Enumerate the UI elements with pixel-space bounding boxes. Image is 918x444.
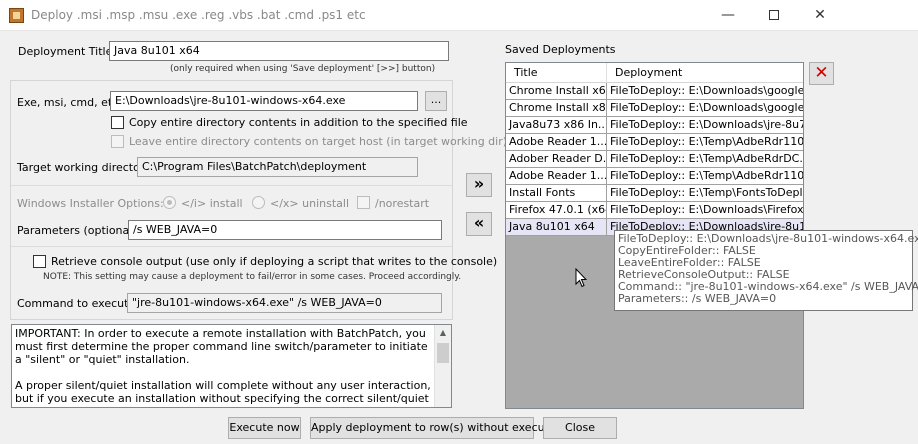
- mouse-cursor-icon: [575, 268, 587, 288]
- row-title: Adobe Reader 1...: [506, 168, 607, 184]
- deployment-tooltip: FileToDeploy:: E:\Downloads\jre-8u101-wi…: [614, 230, 918, 311]
- row-deployment: FileToDeploy:: E:\Temp\FontsToDepl...: [610, 186, 803, 199]
- row-deployment: FileToDeploy:: E:\Downloads\google...: [610, 84, 803, 97]
- save-deployment-button[interactable]: »: [466, 173, 492, 197]
- copy-dir-label: Copy entire directory contents in additi…: [129, 116, 468, 129]
- scroll-thumb[interactable]: [437, 343, 449, 363]
- execute-now-button[interactable]: Execute now: [228, 417, 301, 439]
- leave-dir-checkbox[interactable]: [111, 135, 124, 148]
- title-hint: (only required when using 'Save deployme…: [170, 64, 436, 74]
- delete-deployment-button[interactable]: ✕: [809, 62, 834, 85]
- retrieve-output-label: Retrieve console output (use only if dep…: [51, 255, 498, 268]
- browse-button[interactable]: ...: [425, 91, 447, 111]
- row-title: Adober Reader D...: [506, 151, 607, 167]
- install-radio[interactable]: [163, 196, 176, 209]
- target-dir-label: Target working directory:: [17, 161, 154, 174]
- table-row[interactable]: Chrome Install x86 FileToDeploy:: E:\Dow…: [506, 100, 803, 117]
- instructions-textbox[interactable]: IMPORTANT: In order to execute a remote …: [11, 324, 452, 408]
- table-row[interactable]: Chrome Install x64 FileToDeploy:: E:\Dow…: [506, 83, 803, 100]
- column-header-deployment[interactable]: Deployment: [607, 63, 803, 83]
- instructions-text: IMPORTANT: In order to execute a remote …: [15, 327, 431, 407]
- close-window-button[interactable]: ✕: [797, 0, 843, 30]
- row-title: Java 8u101 x64: [506, 219, 607, 235]
- exe-path-input[interactable]: E:\Downloads\jre-8u101-windows-x64.exe: [110, 91, 418, 111]
- row-deployment: FileToDeploy:: E:\Temp\AdbeRdr110...: [610, 135, 803, 148]
- table-row[interactable]: Adobe Reader 1... FileToDeploy:: E:\Temp…: [506, 134, 803, 151]
- separator: [11, 246, 452, 247]
- window-title: Deploy .msi .msp .msu .exe .reg .vbs .ba…: [31, 8, 366, 22]
- instructions-paragraph: A proper silent/quiet installation will …: [15, 379, 431, 407]
- copy-dir-checkbox[interactable]: [111, 116, 124, 129]
- scroll-up-icon[interactable]: ▲: [435, 325, 451, 341]
- command-label: Command to execute:: [17, 297, 139, 310]
- load-deployment-button[interactable]: «: [466, 212, 492, 236]
- instructions-scrollbar[interactable]: ▲: [434, 325, 451, 407]
- table-row[interactable]: Adober Reader D... FileToDeploy:: E:\Tem…: [506, 151, 803, 168]
- saved-deployments-heading: Saved Deployments: [505, 43, 616, 56]
- table-row[interactable]: Java8u73 x86 In... FileToDeploy:: E:\Dow…: [506, 117, 803, 134]
- row-title: Chrome Install x86: [506, 100, 607, 116]
- command-input[interactable]: "jre-8u101-windows-x64.exe" /s WEB_JAVA=…: [127, 293, 442, 313]
- retrieve-output-checkbox[interactable]: [33, 255, 46, 268]
- table-row[interactable]: Adobe Reader 1... FileToDeploy:: E:\Temp…: [506, 168, 803, 185]
- row-deployment: FileToDeploy:: E:\Downloads\jre-8u7...: [610, 118, 803, 131]
- tooltip-line: Parameters:: /s WEB_JAVA=0: [618, 292, 777, 305]
- separator: [11, 185, 452, 186]
- apply-without-executing-button[interactable]: Apply deployment to row(s) without execu…: [310, 417, 566, 439]
- exe-label: Exe, msi, cmd, etc:: [17, 96, 122, 109]
- norestart-checkbox[interactable]: [357, 196, 370, 209]
- maximize-icon: [769, 10, 779, 20]
- leave-dir-label: Leave entire directory contents on targe…: [129, 135, 508, 148]
- table-row[interactable]: Install Fonts FileToDeploy:: E:\Temp\Fon…: [506, 185, 803, 202]
- maximize-button[interactable]: [751, 0, 797, 30]
- row-title: Java8u73 x86 In...: [506, 117, 607, 133]
- instructions-paragraph: IMPORTANT: In order to execute a remote …: [15, 327, 428, 366]
- install-radio-label: </i> install: [181, 197, 243, 210]
- deployment-title-input[interactable]: Java 8u101 x64: [109, 41, 449, 61]
- minimize-button[interactable]: —: [705, 0, 751, 30]
- row-deployment: FileToDeploy:: E:\Downloads\google...: [610, 101, 803, 114]
- installer-options-label: Windows Installer Options:: [17, 197, 164, 210]
- row-deployment: FileToDeploy:: E:\Temp\AdbeRdrDC...: [610, 152, 803, 165]
- row-deployment: FileToDeploy:: E:\Temp\AdbeRdr110...: [610, 169, 803, 182]
- title-bar: Deploy .msi .msp .msu .exe .reg .vbs .ba…: [0, 0, 918, 31]
- row-title: Install Fonts: [506, 185, 607, 201]
- deployment-title-label: Deployment Title:: [18, 45, 117, 58]
- params-label: Parameters (optional):: [17, 224, 141, 237]
- target-dir-input[interactable]: C:\Program Files\BatchPatch\deployment: [137, 157, 418, 177]
- row-deployment: FileToDeploy:: E:\Downloads\Firefox ...: [610, 203, 803, 216]
- uninstall-radio[interactable]: [252, 196, 265, 209]
- norestart-label: /norestart: [375, 197, 430, 210]
- close-button[interactable]: Close: [543, 417, 617, 439]
- params-input[interactable]: /s WEB_JAVA=0: [128, 220, 442, 240]
- grid-header: Title Deployment: [506, 63, 803, 83]
- table-row[interactable]: Firefox 47.0.1 (x64) FileToDeploy:: E:\D…: [506, 202, 803, 219]
- uninstall-radio-label: </x> uninstall: [270, 197, 350, 210]
- app-icon: [9, 8, 24, 23]
- row-title: Firefox 47.0.1 (x64): [506, 202, 607, 218]
- row-title: Chrome Install x64: [506, 83, 607, 99]
- row-title: Adobe Reader 1...: [506, 134, 607, 150]
- retrieve-output-note: NOTE: This setting may cause a deploymen…: [43, 272, 462, 282]
- column-header-title[interactable]: Title: [506, 63, 607, 83]
